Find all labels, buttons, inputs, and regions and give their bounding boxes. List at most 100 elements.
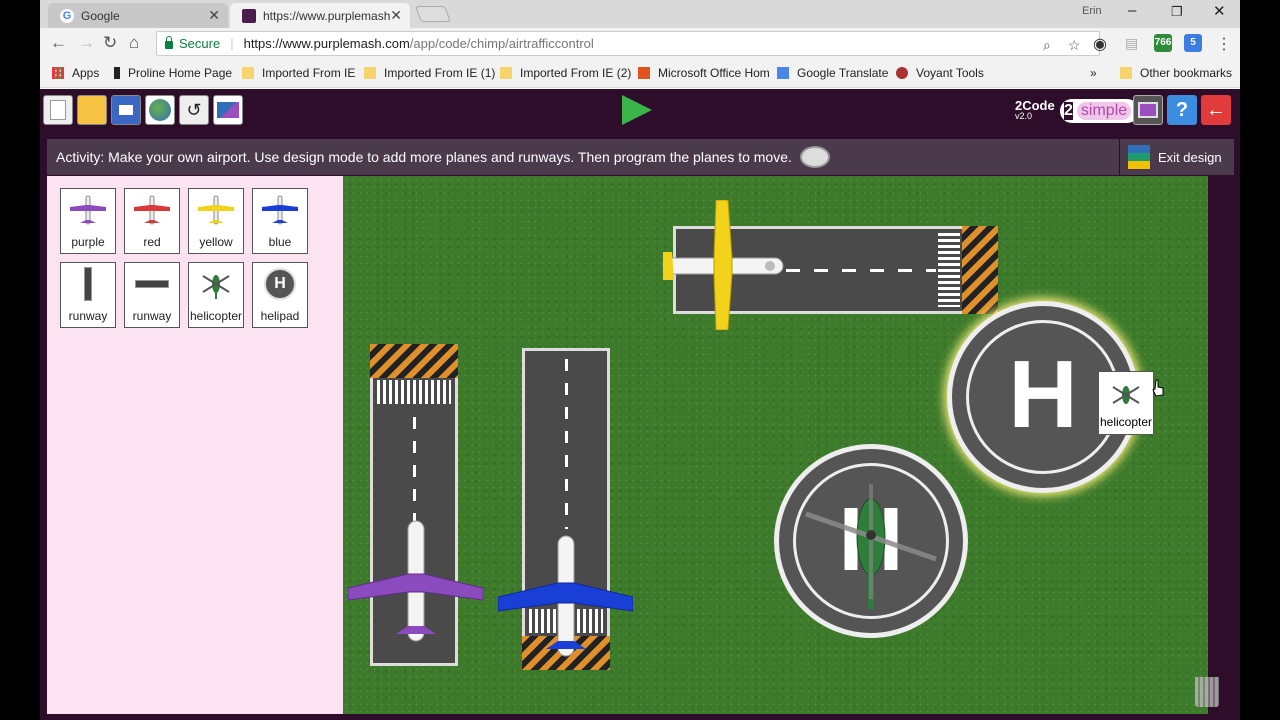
close-tab-icon[interactable]: ✕ (208, 7, 220, 24)
blue-plane[interactable] (498, 531, 633, 661)
palette-runway-vertical[interactable]: runway (60, 262, 116, 328)
palette-label: helipad (260, 309, 300, 323)
trash-icon[interactable] (1195, 677, 1219, 707)
minimize-icon[interactable]: – (1128, 2, 1136, 19)
close-tab-icon[interactable]: ✕ (390, 7, 402, 24)
purple-plane-icon (70, 195, 106, 225)
bookmark-label: Imported From IE (2) (520, 66, 632, 80)
tab-google[interactable]: G Google ✕ (48, 3, 228, 28)
new-tab-button[interactable] (415, 6, 451, 22)
overflow-chevron-icon: » (1090, 66, 1097, 80)
bookmark-label: Apps (72, 66, 100, 80)
bookmark-folder[interactable]: Imported From IE (2) (500, 66, 631, 80)
speaker-icon[interactable] (799, 146, 830, 168)
bookmark-label: Imported From IE (262, 66, 356, 80)
palette-label: blue (268, 235, 292, 249)
horizontal-runway-icon (135, 280, 169, 288)
extension-badge-icon[interactable]: 766 (1154, 34, 1172, 52)
bookmark-folder[interactable]: Imported From IE (242, 66, 355, 80)
object-palette: purple red yellow blue runway runway hel… (47, 176, 343, 714)
maximize-icon[interactable]: ❐ (1171, 4, 1183, 20)
palette-runway-horizontal[interactable]: runway (124, 262, 180, 328)
red-plane-icon (134, 195, 170, 225)
palette-helipad[interactable]: H helipad (252, 262, 308, 328)
undo-icon[interactable]: ↺ (179, 95, 209, 125)
divider: | (230, 36, 234, 51)
bookmark-label: Imported From IE (1) (384, 66, 496, 80)
folder-icon (242, 67, 254, 79)
open-folder-icon[interactable] (77, 95, 107, 125)
2simple-logo: 2 simple (1060, 99, 1140, 123)
bookmark-label: Voyant Tools (916, 66, 984, 80)
yellow-plane[interactable] (658, 200, 788, 330)
runway-threshold (938, 233, 960, 307)
bookmark-proline[interactable]: Proline Home Page (114, 66, 232, 80)
forward-icon[interactable]: → (78, 33, 95, 53)
palette-label: runway (132, 309, 172, 323)
right-border (1208, 176, 1234, 714)
translate-icon (777, 67, 789, 79)
helicopter[interactable] (801, 479, 941, 619)
bookmark-apps[interactable]: Apps (52, 66, 99, 80)
folder-icon (364, 67, 376, 79)
save-icon[interactable] (111, 95, 141, 125)
runway-threshold (377, 380, 451, 404)
palette-yellow-plane[interactable]: yellow (188, 188, 244, 254)
runway-chevrons (962, 226, 998, 314)
bookmark-star-icon[interactable]: ☆ (1068, 37, 1081, 54)
reload-icon[interactable]: ↻ (103, 33, 117, 53)
share-globe-icon[interactable] (145, 95, 175, 125)
bookmark-translate[interactable]: Google Translate (777, 66, 888, 80)
video-icon[interactable] (1133, 95, 1163, 125)
app-area: ↺ 2Code v2.0 2 simple ? ← Activity: Make y… (40, 89, 1240, 720)
back-icon[interactable]: ← (50, 33, 67, 53)
bookmark-office[interactable]: Microsoft Office Hom (638, 66, 770, 80)
airfield-canvas[interactable]: H H helicopter (343, 176, 1208, 714)
google-icon: G (60, 8, 74, 23)
menu-icon[interactable]: ⋮ (1216, 34, 1232, 54)
help-icon[interactable]: ? (1167, 95, 1197, 125)
bookmark-other[interactable]: Other bookmarks (1120, 66, 1232, 80)
drag-preview-label: helicopter (1099, 415, 1153, 429)
home-icon[interactable]: ⌂ (129, 33, 139, 53)
user-badge[interactable]: Erin (1082, 5, 1102, 17)
palette-blue-plane[interactable]: blue (252, 188, 308, 254)
blue-plane-icon (262, 195, 298, 225)
palette-helicopter[interactable]: helicopter (188, 262, 244, 328)
address-toolbar: ← → ↻ ⌂ Secure | https://www.purplemash.… (40, 28, 1240, 60)
screen: G Google ✕ https://www.purplemash ✕ Erin… (0, 0, 1280, 720)
brand-logo: 2Code v2.0 (1015, 99, 1055, 121)
url-text: https://www.purplemash.com/app/code/chim… (244, 36, 594, 51)
exit-arrow-icon[interactable]: ← (1201, 95, 1231, 125)
zoom-icon[interactable]: ⌕ (1043, 37, 1051, 54)
lock-icon (165, 36, 173, 49)
apps-grid-icon (52, 67, 64, 79)
extension-badge-icon[interactable]: 5 (1184, 34, 1202, 52)
play-button[interactable] (622, 95, 652, 125)
palette-purple-plane[interactable]: purple (60, 188, 116, 254)
runway-chevrons (370, 344, 458, 378)
new-file-icon[interactable] (43, 95, 73, 125)
palette-label: purple (71, 235, 105, 249)
bookmarks-overflow[interactable]: » (1090, 66, 1097, 80)
palette-red-plane[interactable]: red (124, 188, 180, 254)
design-bars-icon (1128, 145, 1150, 169)
bookmark-folder[interactable]: Imported From IE (1) (364, 66, 495, 80)
voyant-icon (896, 67, 908, 79)
tab-strip: G Google ✕ https://www.purplemash ✕ Erin… (40, 0, 1240, 28)
bookmark-voyant[interactable]: Voyant Tools (896, 66, 984, 80)
address-bar[interactable]: Secure | https://www.purplemash.com/app/… (156, 31, 1100, 56)
helipad[interactable]: H (774, 444, 968, 638)
extension-icon[interactable]: ▤ (1125, 35, 1138, 52)
phone-icon (114, 67, 120, 79)
design-mode-icon[interactable] (213, 95, 243, 125)
close-window-icon[interactable]: ✕ (1213, 2, 1226, 20)
palette-label: red (143, 235, 161, 249)
exit-design-button[interactable]: Exit design (1119, 139, 1234, 175)
tab-purplemash[interactable]: https://www.purplemash ✕ (230, 3, 410, 28)
purple-plane[interactable] (348, 516, 483, 646)
hand-cursor-icon (1152, 379, 1164, 397)
exit-design-label: Exit design (1158, 149, 1222, 165)
media-extension-icon[interactable]: ◉ (1093, 34, 1107, 54)
palette-label: runway (68, 309, 108, 323)
